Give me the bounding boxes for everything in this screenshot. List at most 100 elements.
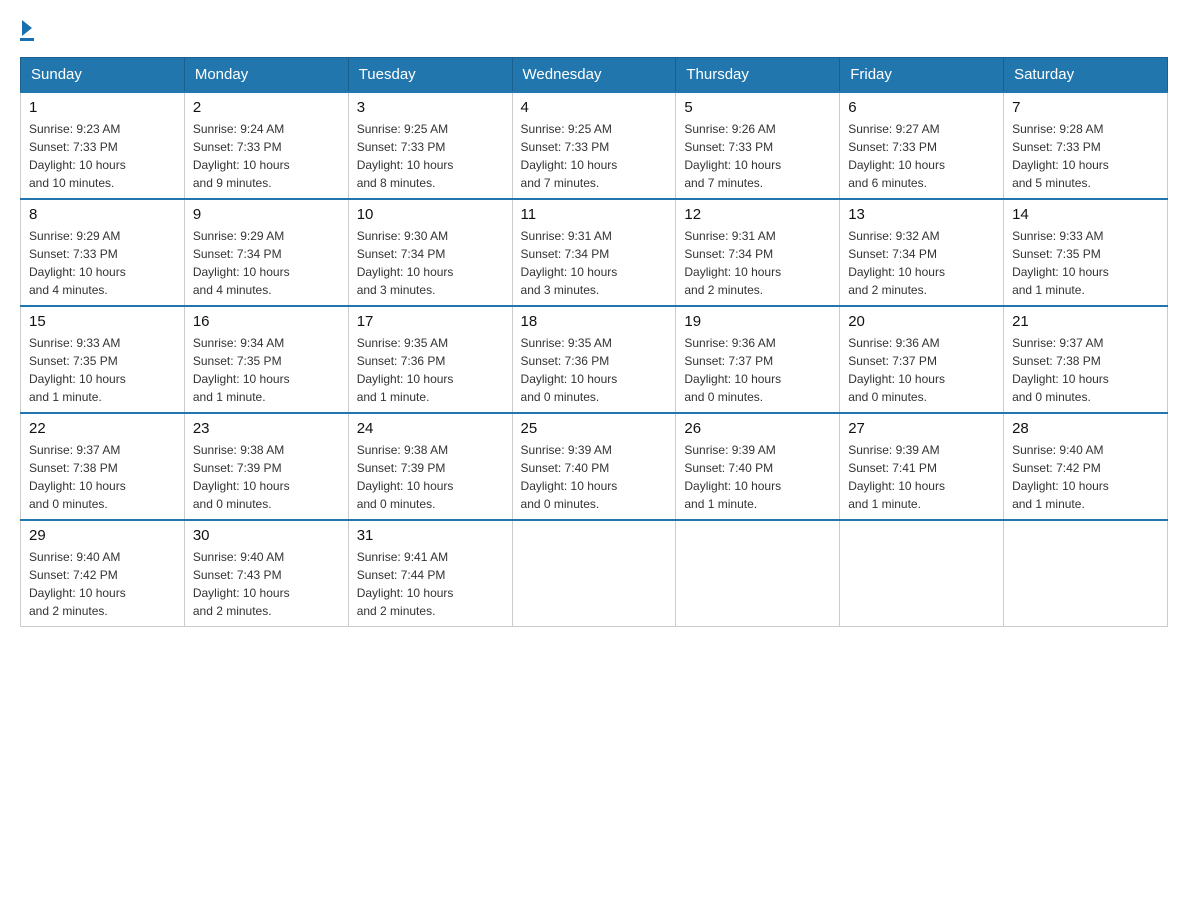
day-info: Sunrise: 9:40 AMSunset: 7:43 PMDaylight:…: [193, 548, 340, 620]
day-cell: 16 Sunrise: 9:34 AMSunset: 7:35 PMDaylig…: [184, 306, 348, 413]
page-header: [20, 20, 1168, 41]
day-info: Sunrise: 9:29 AMSunset: 7:33 PMDaylight:…: [29, 227, 176, 299]
day-info: Sunrise: 9:25 AMSunset: 7:33 PMDaylight:…: [521, 120, 668, 192]
day-cell: 25 Sunrise: 9:39 AMSunset: 7:40 PMDaylig…: [512, 413, 676, 520]
day-info: Sunrise: 9:30 AMSunset: 7:34 PMDaylight:…: [357, 227, 504, 299]
day-info: Sunrise: 9:34 AMSunset: 7:35 PMDaylight:…: [193, 334, 340, 406]
header-cell-wednesday: Wednesday: [512, 58, 676, 93]
day-info: Sunrise: 9:38 AMSunset: 7:39 PMDaylight:…: [193, 441, 340, 513]
day-number: 1: [29, 99, 176, 116]
day-cell: 8 Sunrise: 9:29 AMSunset: 7:33 PMDayligh…: [21, 199, 185, 306]
day-cell: 15 Sunrise: 9:33 AMSunset: 7:35 PMDaylig…: [21, 306, 185, 413]
header-cell-monday: Monday: [184, 58, 348, 93]
day-cell: 11 Sunrise: 9:31 AMSunset: 7:34 PMDaylig…: [512, 199, 676, 306]
day-number: 21: [1012, 313, 1159, 330]
day-number: 9: [193, 206, 340, 223]
day-info: Sunrise: 9:36 AMSunset: 7:37 PMDaylight:…: [684, 334, 831, 406]
day-info: Sunrise: 9:28 AMSunset: 7:33 PMDaylight:…: [1012, 120, 1159, 192]
day-cell: 13 Sunrise: 9:32 AMSunset: 7:34 PMDaylig…: [840, 199, 1004, 306]
header-row: SundayMondayTuesdayWednesdayThursdayFrid…: [21, 58, 1168, 93]
day-number: 4: [521, 99, 668, 116]
day-info: Sunrise: 9:29 AMSunset: 7:34 PMDaylight:…: [193, 227, 340, 299]
day-number: 16: [193, 313, 340, 330]
day-cell: 26 Sunrise: 9:39 AMSunset: 7:40 PMDaylig…: [676, 413, 840, 520]
week-row-2: 8 Sunrise: 9:29 AMSunset: 7:33 PMDayligh…: [21, 199, 1168, 306]
day-cell: 7 Sunrise: 9:28 AMSunset: 7:33 PMDayligh…: [1004, 92, 1168, 199]
header-cell-friday: Friday: [840, 58, 1004, 93]
day-cell: 30 Sunrise: 9:40 AMSunset: 7:43 PMDaylig…: [184, 520, 348, 627]
day-info: Sunrise: 9:36 AMSunset: 7:37 PMDaylight:…: [848, 334, 995, 406]
day-info: Sunrise: 9:31 AMSunset: 7:34 PMDaylight:…: [521, 227, 668, 299]
day-number: 13: [848, 206, 995, 223]
day-info: Sunrise: 9:39 AMSunset: 7:40 PMDaylight:…: [521, 441, 668, 513]
day-cell: 24 Sunrise: 9:38 AMSunset: 7:39 PMDaylig…: [348, 413, 512, 520]
day-cell: 18 Sunrise: 9:35 AMSunset: 7:36 PMDaylig…: [512, 306, 676, 413]
day-info: Sunrise: 9:23 AMSunset: 7:33 PMDaylight:…: [29, 120, 176, 192]
day-number: 17: [357, 313, 504, 330]
day-info: Sunrise: 9:37 AMSunset: 7:38 PMDaylight:…: [1012, 334, 1159, 406]
day-cell: 1 Sunrise: 9:23 AMSunset: 7:33 PMDayligh…: [21, 92, 185, 199]
day-cell: [676, 520, 840, 627]
day-cell: 27 Sunrise: 9:39 AMSunset: 7:41 PMDaylig…: [840, 413, 1004, 520]
day-info: Sunrise: 9:40 AMSunset: 7:42 PMDaylight:…: [29, 548, 176, 620]
day-cell: 6 Sunrise: 9:27 AMSunset: 7:33 PMDayligh…: [840, 92, 1004, 199]
day-cell: 31 Sunrise: 9:41 AMSunset: 7:44 PMDaylig…: [348, 520, 512, 627]
day-info: Sunrise: 9:33 AMSunset: 7:35 PMDaylight:…: [1012, 227, 1159, 299]
day-number: 5: [684, 99, 831, 116]
day-info: Sunrise: 9:35 AMSunset: 7:36 PMDaylight:…: [357, 334, 504, 406]
day-number: 10: [357, 206, 504, 223]
day-number: 25: [521, 420, 668, 437]
day-number: 18: [521, 313, 668, 330]
day-cell: [1004, 520, 1168, 627]
day-info: Sunrise: 9:25 AMSunset: 7:33 PMDaylight:…: [357, 120, 504, 192]
day-info: Sunrise: 9:39 AMSunset: 7:40 PMDaylight:…: [684, 441, 831, 513]
week-row-4: 22 Sunrise: 9:37 AMSunset: 7:38 PMDaylig…: [21, 413, 1168, 520]
day-info: Sunrise: 9:26 AMSunset: 7:33 PMDaylight:…: [684, 120, 831, 192]
day-number: 22: [29, 420, 176, 437]
day-number: 29: [29, 527, 176, 544]
day-number: 28: [1012, 420, 1159, 437]
day-cell: 19 Sunrise: 9:36 AMSunset: 7:37 PMDaylig…: [676, 306, 840, 413]
day-info: Sunrise: 9:33 AMSunset: 7:35 PMDaylight:…: [29, 334, 176, 406]
logo: [20, 20, 34, 41]
day-info: Sunrise: 9:38 AMSunset: 7:39 PMDaylight:…: [357, 441, 504, 513]
logo-triangle-icon: [22, 20, 32, 36]
day-cell: 10 Sunrise: 9:30 AMSunset: 7:34 PMDaylig…: [348, 199, 512, 306]
day-info: Sunrise: 9:24 AMSunset: 7:33 PMDaylight:…: [193, 120, 340, 192]
day-number: 14: [1012, 206, 1159, 223]
day-info: Sunrise: 9:35 AMSunset: 7:36 PMDaylight:…: [521, 334, 668, 406]
day-number: 12: [684, 206, 831, 223]
day-number: 15: [29, 313, 176, 330]
day-number: 19: [684, 313, 831, 330]
day-cell: 21 Sunrise: 9:37 AMSunset: 7:38 PMDaylig…: [1004, 306, 1168, 413]
day-cell: 4 Sunrise: 9:25 AMSunset: 7:33 PMDayligh…: [512, 92, 676, 199]
day-cell: 9 Sunrise: 9:29 AMSunset: 7:34 PMDayligh…: [184, 199, 348, 306]
day-cell: 22 Sunrise: 9:37 AMSunset: 7:38 PMDaylig…: [21, 413, 185, 520]
header-cell-thursday: Thursday: [676, 58, 840, 93]
day-cell: 2 Sunrise: 9:24 AMSunset: 7:33 PMDayligh…: [184, 92, 348, 199]
day-cell: 12 Sunrise: 9:31 AMSunset: 7:34 PMDaylig…: [676, 199, 840, 306]
day-cell: 14 Sunrise: 9:33 AMSunset: 7:35 PMDaylig…: [1004, 199, 1168, 306]
day-cell: 20 Sunrise: 9:36 AMSunset: 7:37 PMDaylig…: [840, 306, 1004, 413]
header-cell-sunday: Sunday: [21, 58, 185, 93]
logo-underline: [20, 38, 34, 41]
day-number: 31: [357, 527, 504, 544]
day-number: 8: [29, 206, 176, 223]
day-info: Sunrise: 9:41 AMSunset: 7:44 PMDaylight:…: [357, 548, 504, 620]
header-cell-saturday: Saturday: [1004, 58, 1168, 93]
calendar-table: SundayMondayTuesdayWednesdayThursdayFrid…: [20, 57, 1168, 627]
day-cell: 5 Sunrise: 9:26 AMSunset: 7:33 PMDayligh…: [676, 92, 840, 199]
day-cell: 3 Sunrise: 9:25 AMSunset: 7:33 PMDayligh…: [348, 92, 512, 199]
day-info: Sunrise: 9:31 AMSunset: 7:34 PMDaylight:…: [684, 227, 831, 299]
day-number: 2: [193, 99, 340, 116]
day-number: 24: [357, 420, 504, 437]
day-number: 30: [193, 527, 340, 544]
day-number: 11: [521, 206, 668, 223]
day-cell: 17 Sunrise: 9:35 AMSunset: 7:36 PMDaylig…: [348, 306, 512, 413]
day-number: 6: [848, 99, 995, 116]
day-cell: [840, 520, 1004, 627]
day-number: 7: [1012, 99, 1159, 116]
day-cell: [512, 520, 676, 627]
day-cell: 28 Sunrise: 9:40 AMSunset: 7:42 PMDaylig…: [1004, 413, 1168, 520]
week-row-3: 15 Sunrise: 9:33 AMSunset: 7:35 PMDaylig…: [21, 306, 1168, 413]
